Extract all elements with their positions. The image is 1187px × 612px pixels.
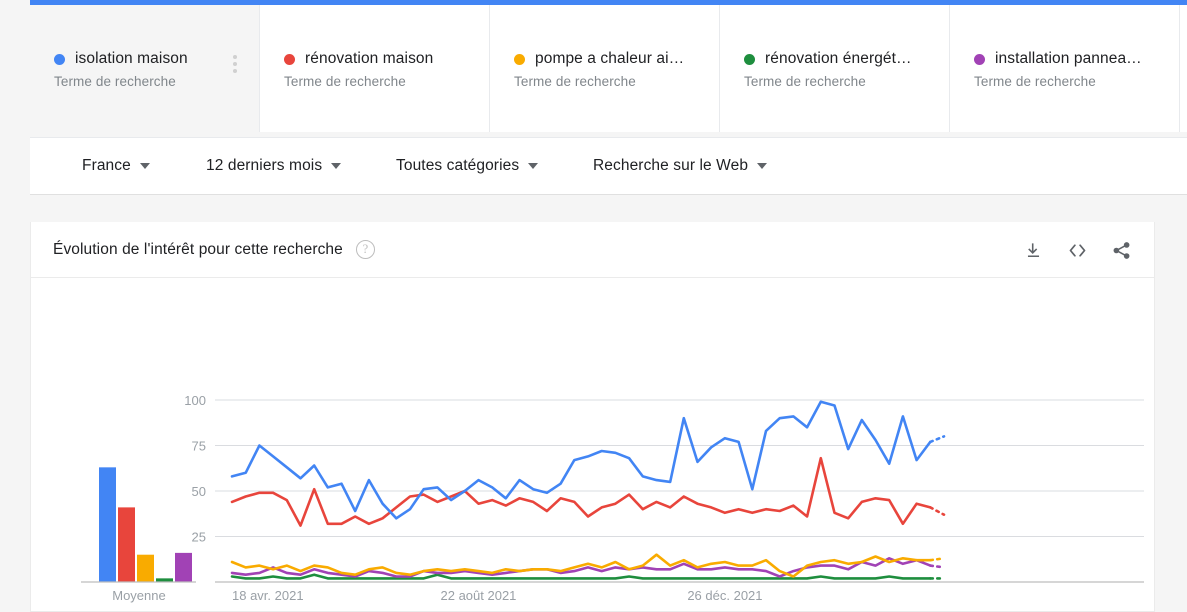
chevron-down-icon (139, 163, 150, 169)
y-tick-label-25: 25 (192, 530, 206, 545)
term-label: rénovation énergét… (765, 50, 912, 67)
card-header: Évolution de l'intérêt pour cette recher… (31, 222, 1154, 278)
chevron-down-icon (331, 163, 342, 169)
filter-label: France (82, 157, 131, 174)
term-color-dot (54, 53, 65, 65)
share-icon[interactable] (1110, 239, 1132, 261)
y-tick-label-50: 50 (192, 484, 206, 499)
term-sublabel: Terme de recherche (744, 74, 866, 89)
filter-0[interactable]: France (82, 157, 150, 175)
x-tick-label-0: 18 avr. 2021 (232, 588, 304, 603)
search-term-chip-2[interactable]: pompe a chaleur ai… Terme de recherche (490, 5, 720, 132)
average-bar-0 (99, 467, 116, 582)
term-sublabel: Terme de recherche (284, 74, 406, 89)
filter-label: 12 derniers mois (206, 157, 323, 174)
term-sublabel: Terme de recherche (514, 74, 636, 89)
more-options-icon[interactable] (233, 55, 237, 73)
embed-code-icon[interactable] (1066, 239, 1088, 261)
chart-plot-area[interactable]: 25 50 75 100 Moyenne 18 avr. 2021 22 août 2021… (31, 278, 1156, 611)
page-title: Évolution de l'intérêt pour cette recher… (53, 240, 343, 258)
card-actions (1022, 222, 1132, 278)
trends-line-chart[interactable]: 25 50 75 100 Moyenne 18 avr. 2021 22 août 2021… (31, 278, 1156, 611)
series-line-partial-1 (928, 506, 946, 516)
term-label: rénovation maison (305, 50, 434, 67)
search-term-chip-4[interactable]: installation pannea… Terme de recherche (950, 5, 1180, 132)
term-label: pompe a chaleur ai… (535, 50, 685, 67)
search-terms-row: isolation maison Terme de recherche rénova… (30, 5, 1187, 132)
series-line-partial-4 (928, 564, 946, 569)
term-color-dot (514, 53, 525, 65)
search-term-chip-3[interactable]: rénovation énergét… Terme de recherche (720, 5, 950, 132)
term-sublabel: Terme de recherche (54, 74, 176, 89)
series-line-1 (230, 456, 932, 527)
chevron-down-icon (528, 163, 539, 169)
filter-2[interactable]: Toutes catégories (396, 157, 539, 175)
term-label: installation pannea… (995, 50, 1142, 67)
help-icon[interactable]: ? (355, 240, 375, 259)
interest-over-time-card: Évolution de l'intérêt pour cette recher… (30, 222, 1155, 612)
search-term-chip-0[interactable]: isolation maison Terme de recherche (30, 5, 260, 132)
average-bar-1 (118, 507, 135, 582)
term-color-dot (284, 53, 295, 65)
average-bar-2 (137, 554, 154, 582)
term-color-dot (974, 53, 985, 65)
filter-bar: France 12 derniers mois Toutes catégories R… (30, 137, 1187, 195)
term-color-dot (744, 53, 755, 65)
download-icon[interactable] (1022, 239, 1044, 261)
series-line-partial-0 (928, 435, 946, 444)
y-tick-label-75: 75 (192, 439, 206, 454)
term-label: isolation maison (75, 50, 188, 67)
series-line-0 (230, 400, 932, 520)
filter-label: Recherche sur le Web (593, 157, 749, 174)
y-tick-label-100: 100 (184, 393, 206, 408)
x-tick-label-1: 22 août 2021 (441, 588, 517, 603)
filter-3[interactable]: Recherche sur le Web (593, 157, 768, 175)
average-bar-4 (175, 552, 192, 582)
filter-1[interactable]: 12 derniers mois (206, 157, 342, 175)
average-label: Moyenne (112, 588, 165, 603)
series-line-partial-2 (928, 556, 946, 562)
google-trends-page: isolation maison Terme de recherche rénova… (0, 0, 1187, 612)
x-tick-label-2: 26 déc. 2021 (687, 588, 762, 603)
chevron-down-icon (757, 163, 768, 169)
search-term-chip-1[interactable]: rénovation maison Terme de recherche (260, 5, 490, 132)
filter-label: Toutes catégories (396, 157, 520, 174)
term-sublabel: Terme de recherche (974, 74, 1096, 89)
